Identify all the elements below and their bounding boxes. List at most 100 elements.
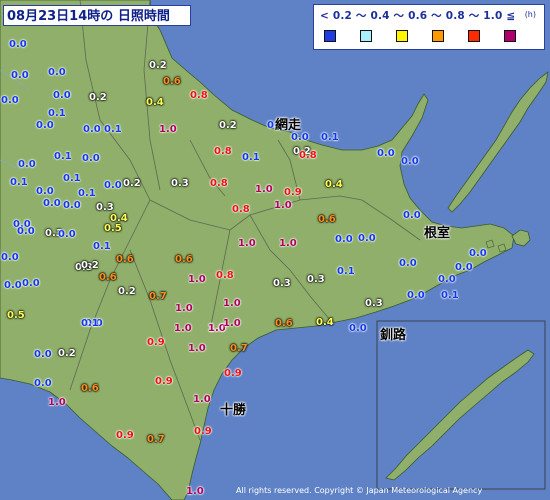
- station-reading: 0.1: [48, 108, 66, 119]
- station-reading: 0.2: [118, 286, 136, 297]
- legend-ranges: < 0.2 〜 0.4 〜 0.6 〜 0.8 〜 1.0 ≦: [320, 10, 516, 22]
- station-reading: 0.8: [216, 270, 234, 281]
- station-reading: 0.2: [89, 92, 107, 103]
- station-reading: 0.0: [1, 252, 19, 263]
- station-reading: 0.1: [10, 177, 28, 188]
- place-nemuro: 根室: [424, 226, 451, 241]
- station-reading: 1.0: [174, 323, 192, 334]
- legend-swatch-4: [468, 30, 480, 42]
- station-reading: 0.8: [232, 204, 250, 215]
- legend-swatch-0: [324, 30, 336, 42]
- station-reading: 0.0: [18, 159, 36, 170]
- station-reading: 0.0: [349, 323, 367, 334]
- station-reading: 0.0: [43, 198, 61, 209]
- station-reading: 1.0: [175, 303, 193, 314]
- station-reading: 0.0: [469, 248, 487, 259]
- station-reading: 1.0: [48, 397, 66, 408]
- place-kushiro: 釧路: [380, 328, 407, 343]
- station-reading: 0.7: [147, 434, 165, 445]
- station-reading: 0.0: [34, 378, 52, 389]
- station-reading: 1.0: [274, 200, 292, 211]
- station-reading: 0.6: [318, 214, 336, 225]
- station-reading: 0.0: [9, 39, 27, 50]
- station-reading: 1.0: [193, 394, 211, 405]
- station-reading: 0.9: [224, 368, 242, 379]
- station-reading: 0.1: [81, 318, 99, 329]
- legend-swatch-1: [360, 30, 372, 42]
- station-reading: 0.9: [116, 430, 134, 441]
- station-reading: 0.0: [58, 229, 76, 240]
- title-element: 日照時間: [117, 9, 170, 24]
- station-reading: 0.1: [337, 266, 355, 277]
- station-reading: 0.9: [147, 337, 165, 348]
- station-reading: 0.0: [48, 67, 66, 78]
- station-reading: 0.6: [163, 76, 181, 87]
- station-reading: 0.0: [407, 290, 425, 301]
- station-reading: 0.0: [399, 258, 417, 269]
- station-reading: 0.9: [284, 187, 302, 198]
- station-reading: 0.5: [104, 223, 122, 234]
- station-reading: 0.0: [11, 70, 29, 81]
- legend-swatch-2: [396, 30, 408, 42]
- station-reading: 1.0: [188, 343, 206, 354]
- station-reading: 0.3: [171, 178, 189, 189]
- station-reading: 0.0: [358, 233, 376, 244]
- station-reading: 1.0: [223, 318, 241, 329]
- legend-swatch-5: [504, 30, 516, 42]
- station-reading: 0.0: [1, 95, 19, 106]
- station-reading: 1.0: [188, 274, 206, 285]
- station-reading: 1.0: [159, 124, 177, 135]
- station-reading: 0.3: [365, 298, 383, 309]
- station-reading: 0.1: [54, 151, 72, 162]
- station-reading: 0.6: [175, 254, 193, 265]
- station-reading: 0.2: [123, 178, 141, 189]
- place-tokachi: 十勝: [220, 403, 247, 418]
- station-reading: 0.3: [273, 278, 291, 289]
- map-title: 08月23日14時の 日照時間: [3, 5, 191, 26]
- station-reading: 0.0: [104, 180, 122, 191]
- station-reading: 1.0: [186, 486, 204, 497]
- station-reading: 0.0: [17, 226, 35, 237]
- station-reading: 0.6: [99, 272, 117, 283]
- station-reading: 0.9: [194, 426, 212, 437]
- station-reading: 1.0: [238, 238, 256, 249]
- station-reading: 0.5: [7, 310, 25, 321]
- station-reading: 0.8: [190, 90, 208, 101]
- station-reading: 0.0: [291, 132, 309, 143]
- station-reading: 0.8: [214, 146, 232, 157]
- station-reading: 0.0: [335, 234, 353, 245]
- station-reading: 0.1: [441, 290, 459, 301]
- station-reading: 0.1: [78, 188, 96, 199]
- station-reading: 0.1: [63, 173, 81, 184]
- station-reading: 0.0: [401, 156, 419, 167]
- station-reading: 0.0: [455, 262, 473, 273]
- station-reading: 0.6: [116, 254, 134, 265]
- station-reading: 0.0: [4, 280, 22, 291]
- station-reading: 0.0: [53, 90, 71, 101]
- station-reading: 0.0: [63, 200, 81, 211]
- station-reading: 0.2: [219, 120, 237, 131]
- station-reading: 0.6: [275, 318, 293, 329]
- station-reading: 0.0: [377, 148, 395, 159]
- station-reading: 0.7: [230, 343, 248, 354]
- station-reading: 0.4: [325, 179, 343, 190]
- station-reading: 0.8: [299, 150, 317, 161]
- station-reading: 0.2: [81, 260, 99, 271]
- station-reading: 0.0: [83, 124, 101, 135]
- station-reading: 0.0: [36, 186, 54, 197]
- station-reading: 0.0: [403, 210, 421, 221]
- station-reading: 0.2: [149, 60, 167, 71]
- station-reading: 0.4: [146, 97, 164, 108]
- station-reading: 0.9: [155, 376, 173, 387]
- title-date: 08月23日14時の: [7, 9, 114, 24]
- station-reading: 1.0: [255, 184, 273, 195]
- station-reading: 1.0: [223, 298, 241, 309]
- station-reading: 0.7: [149, 291, 167, 302]
- station-reading: 0.4: [316, 317, 334, 328]
- station-reading: 1.0: [279, 238, 297, 249]
- station-reading: 0.1: [104, 124, 122, 135]
- station-reading: 0.1: [321, 132, 339, 143]
- station-reading: 0.0: [36, 120, 54, 131]
- station-reading: 0.8: [210, 178, 228, 189]
- station-reading: 0.1: [242, 152, 260, 163]
